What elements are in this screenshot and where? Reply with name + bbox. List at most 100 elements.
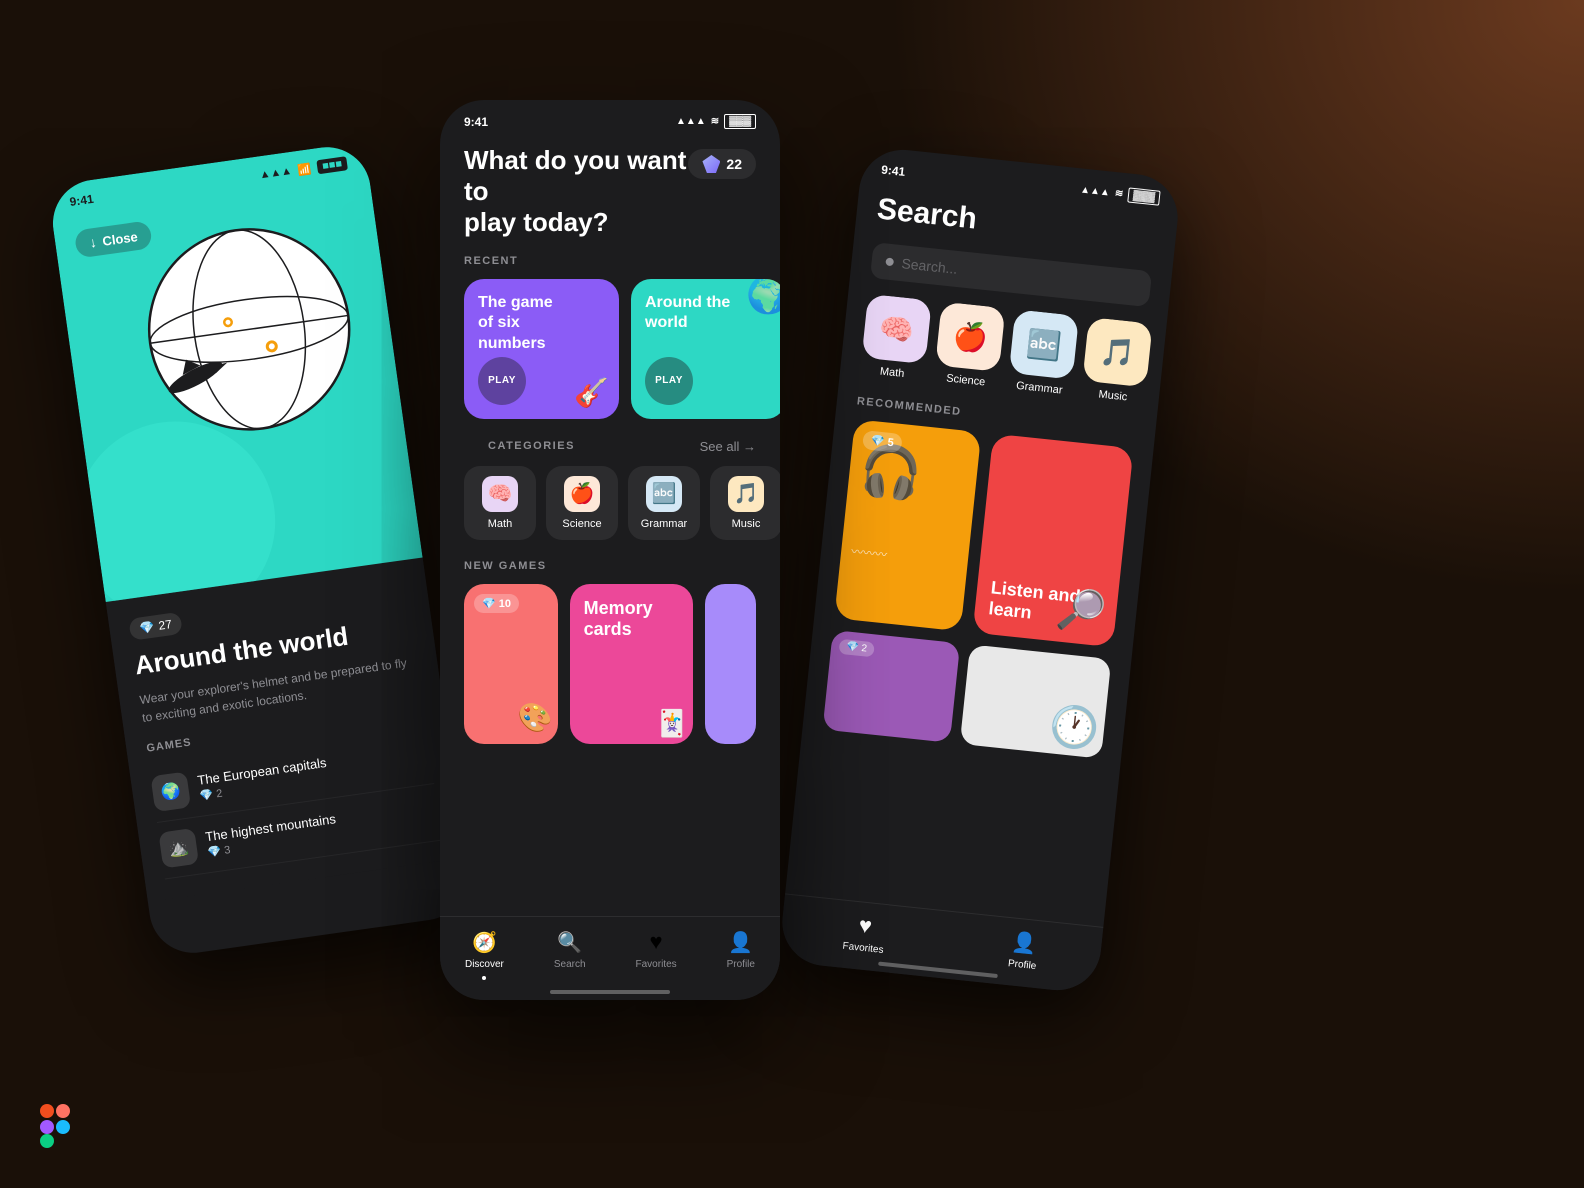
new-games-label: NEW GAMES <box>464 560 756 572</box>
profile-icon: 👤 <box>728 929 754 955</box>
science-icon: 🍎 <box>564 476 600 512</box>
right-profile-icon: 👤 <box>1010 928 1039 957</box>
search-cat-music[interactable]: 🎵 Music <box>1080 317 1152 405</box>
magnifier-icon: 🔎 <box>1054 584 1108 636</box>
sub-card-purple[interactable]: 💎 2 <box>822 630 959 743</box>
signal-middle: ▲▲▲ <box>676 116 706 127</box>
music-label: Music <box>732 518 761 530</box>
card-illustration-2: 🌍 <box>746 279 780 316</box>
recent-cards: The game of six numbers PLAY 🎸 Around th… <box>440 279 780 419</box>
right-bottom-navigation: ♥ Favorites 👤 Profile <box>778 893 1103 994</box>
gem-icon <box>702 155 720 173</box>
phone-middle: 9:41 ▲▲▲ ≋ ▓▓▓ What do you want toplay t… <box>440 100 780 1000</box>
header-title: What do you want toplay today? <box>464 145 688 239</box>
right-favorites-icon: ♥ <box>851 912 880 941</box>
search-cat-grammar[interactable]: 🔤 Grammar <box>1007 309 1079 397</box>
recent-label: RECENT <box>440 255 780 267</box>
nav-favorites-label: Favorites <box>636 959 677 970</box>
math-label: Math <box>488 518 512 530</box>
figma-icon <box>40 1104 70 1148</box>
nav-discover-label: Discover <box>465 959 504 970</box>
app-header: What do you want toplay today? 22 <box>440 137 780 255</box>
categories-header: CATEGORIES See all → <box>440 439 780 454</box>
signal-right: ▲▲▲ <box>1080 184 1111 198</box>
time-right: 9:41 <box>881 162 906 178</box>
play-button-1[interactable]: PLAY <box>478 357 526 405</box>
battery-right: ▓▓▓ <box>1127 187 1160 205</box>
battery-left: ■■■ <box>316 156 348 174</box>
rec-card-yellow[interactable]: 🎧 〰〰〰 💎 5 <box>834 419 981 631</box>
time-left: 9:41 <box>69 192 95 209</box>
search-grammar-label: Grammar <box>1016 380 1063 397</box>
game-cost-1: 💎 10 <box>474 594 519 613</box>
nav-search[interactable]: 🔍 Search <box>554 929 586 980</box>
category-chip-music[interactable]: 🎵 Music <box>710 466 780 540</box>
figma-logo <box>40 1104 70 1148</box>
battery-middle: ▓▓▓ <box>724 114 756 129</box>
play-button-2[interactable]: PLAY <box>645 357 693 405</box>
nav-active-dot <box>482 976 486 980</box>
sub-card-cost: 💎 2 <box>838 639 874 658</box>
wave-icon: 〰〰〰 <box>850 542 888 563</box>
category-chip-grammar[interactable]: 🔤 Grammar <box>628 466 700 540</box>
new-games-cards: 💎 10 🎨 Memorycards 🃏 <box>464 584 756 744</box>
search-science-label: Science <box>946 372 986 388</box>
favorites-icon: ♥ <box>643 929 669 955</box>
card-illustration-1: 🎸 <box>574 376 609 409</box>
recommended-cards: 🎧 〰〰〰 💎 5 Listen and learn 🔎 <box>814 417 1153 649</box>
new-games-section: NEW GAMES 💎 10 🎨 Memorycards 🃏 <box>440 560 780 744</box>
bottom-navigation: 🧭 Discover 🔍 Search ♥ Favorites 👤 Profil… <box>440 916 780 1000</box>
nav-favorites[interactable]: ♥ Favorites <box>636 929 677 980</box>
gems-badge: 22 <box>688 149 756 179</box>
rec-card-red[interactable]: Listen and learn 🔎 <box>972 434 1133 648</box>
time-middle: 9:41 <box>464 115 488 129</box>
search-music-icon: 🎵 <box>1082 317 1152 387</box>
sub-card-clock[interactable]: 🕐 <box>959 644 1111 758</box>
memory-cards-title: Memorycards <box>584 598 653 641</box>
math-icon: 🧠 <box>482 476 518 512</box>
card-illus-2: 🃏 <box>656 708 688 739</box>
see-all-button[interactable]: See all → <box>700 439 756 454</box>
search-math-label: Math <box>879 365 905 379</box>
right-nav-favorites[interactable]: ♥ Favorites <box>842 911 887 956</box>
phone-left: 9:41 ▲▲▲ 📶 ■■■ ↓ Close <box>47 142 472 959</box>
search-cat-science[interactable]: 🍎 Science <box>933 302 1005 390</box>
categories-label: CATEGORIES <box>464 440 599 452</box>
science-label: Science <box>562 518 601 530</box>
right-profile-label: Profile <box>1007 958 1036 972</box>
right-nav-profile[interactable]: 👤 Profile <box>1007 928 1039 972</box>
nav-profile-label: Profile <box>727 959 755 970</box>
phone-right: 9:41 ▲▲▲ ≋ ▓▓▓ Search Search... 🧠 Math 🍎… <box>778 146 1182 995</box>
right-favorites-label: Favorites <box>842 941 884 956</box>
globe-illustration <box>114 194 385 465</box>
nav-search-label: Search <box>554 959 586 970</box>
recent-card-world[interactable]: Around the world PLAY 🌍 <box>631 279 780 419</box>
search-math-icon: 🧠 <box>862 294 932 364</box>
search-music-label: Music <box>1098 388 1128 403</box>
new-game-card-3[interactable] <box>705 584 756 744</box>
grammar-icon: 🔤 <box>646 476 682 512</box>
search-icon: 🔍 <box>557 929 583 955</box>
search-cat-math[interactable]: 🧠 Math <box>860 294 932 382</box>
search-grammar-icon: 🔤 <box>1009 309 1079 379</box>
nav-profile[interactable]: 👤 Profile <box>727 929 755 980</box>
game-item-icon-2: ⛰️ <box>158 828 199 869</box>
search-dot-icon <box>885 257 894 266</box>
clock-icon: 🕐 <box>1047 701 1101 753</box>
search-science-icon: 🍎 <box>935 302 1005 372</box>
discover-icon: 🧭 <box>471 929 497 955</box>
card-illus-1: 🎨 <box>518 701 553 734</box>
diamond-badge: 💎 27 <box>128 612 183 641</box>
game-item-icon: 🌍 <box>150 772 191 813</box>
category-chip-science[interactable]: 🍎 Science <box>546 466 618 540</box>
wifi-left: 📶 <box>297 162 312 177</box>
signal-left: ▲▲▲ <box>259 165 293 181</box>
recent-card-title-1: The game of six numbers <box>478 293 568 355</box>
wifi-right: ≋ <box>1114 188 1123 200</box>
category-chip-math[interactable]: 🧠 Math <box>464 466 536 540</box>
recent-card-numbers[interactable]: The game of six numbers PLAY 🎸 <box>464 279 619 419</box>
new-game-card-memory[interactable]: Memorycards 🃏 <box>570 584 693 744</box>
nav-discover[interactable]: 🧭 Discover <box>465 929 504 980</box>
search-input[interactable]: Search... <box>901 255 958 277</box>
new-game-card-1[interactable]: 💎 10 🎨 <box>464 584 558 744</box>
